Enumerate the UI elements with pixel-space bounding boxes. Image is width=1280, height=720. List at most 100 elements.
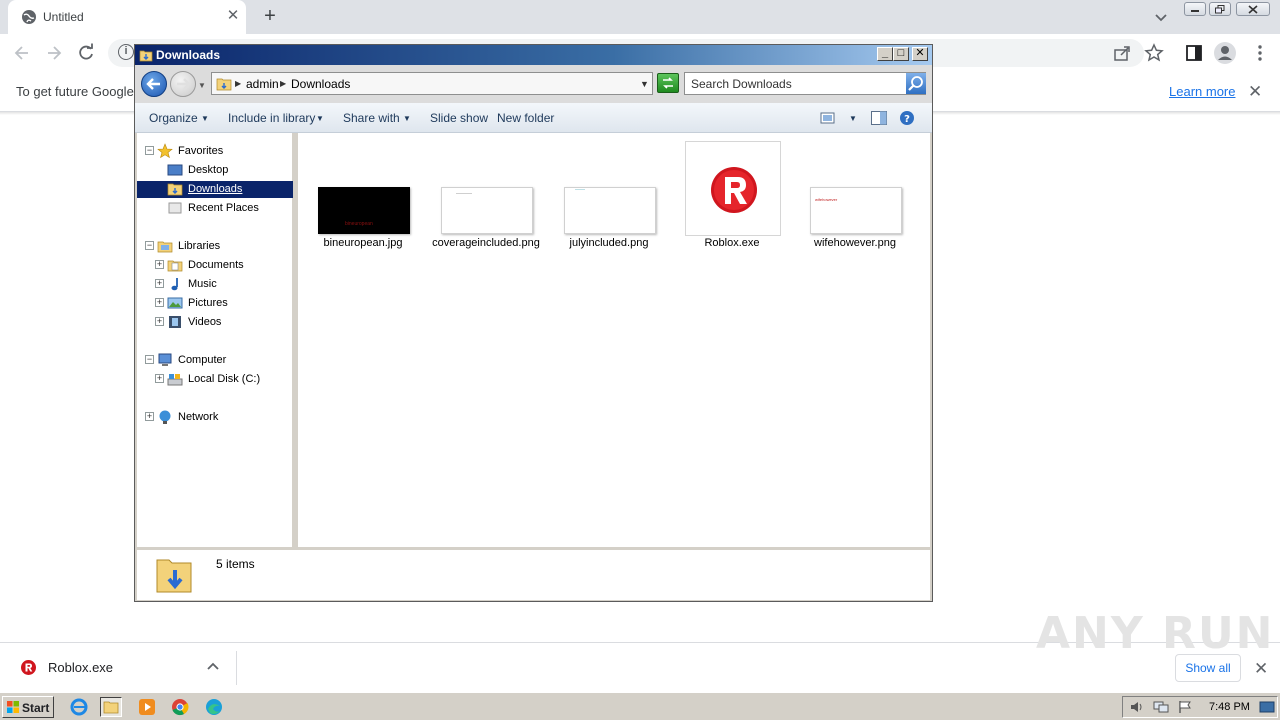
reload-icon[interactable] (76, 43, 96, 63)
tree-label: Favorites (178, 145, 224, 157)
refresh-button[interactable] (657, 73, 679, 93)
tree-libraries[interactable]: − Libraries (145, 238, 285, 255)
preview-pane-icon[interactable] (870, 110, 888, 126)
help-icon[interactable]: ? (898, 110, 916, 126)
tab-search-chevron-icon[interactable] (1152, 8, 1170, 26)
breadcrumb-admin[interactable]: admin (246, 77, 279, 91)
learn-more-link[interactable]: Learn more (1169, 84, 1235, 99)
collapse-icon[interactable]: − (145, 241, 154, 250)
tree-label: Downloads (188, 183, 243, 195)
include-dropdown-icon[interactable]: ▼ (316, 114, 324, 123)
file-name: coverageincluded.png (432, 237, 540, 249)
profile-avatar-icon[interactable] (1214, 42, 1236, 64)
info-bar-close-icon[interactable]: ✕ (1248, 82, 1264, 101)
shelf-close-icon[interactable]: ✕ (1254, 659, 1270, 678)
search-input[interactable]: Search Downloads (684, 72, 926, 95)
tab-close-icon[interactable]: ✕ (225, 8, 241, 24)
new-tab-button[interactable]: + (260, 5, 280, 27)
back-arrow-icon[interactable] (12, 43, 32, 63)
explorer-back-button[interactable] (141, 71, 167, 97)
explorer-maximize-button[interactable]: □ (893, 47, 909, 61)
include-in-library-button[interactable]: Include in library (228, 111, 315, 125)
tree-pictures[interactable]: + Pictures (155, 295, 293, 312)
collapse-icon[interactable]: − (145, 355, 154, 364)
start-label: Start (22, 701, 50, 715)
thumbnail-text: bineuropean (345, 221, 373, 227)
edge-icon[interactable] (203, 697, 225, 717)
taskbar: Start 7:48 PM (0, 692, 1280, 720)
expand-icon[interactable]: + (155, 279, 164, 288)
chrome-icon[interactable] (169, 697, 191, 717)
view-dropdown-icon[interactable]: ▼ (849, 114, 857, 123)
more-menu-icon[interactable] (1250, 43, 1270, 63)
tree-documents[interactable]: + Documents (155, 257, 293, 274)
file-item-julyincluded[interactable]: julyincluded.png (554, 141, 664, 271)
file-item-bineuropean[interactable]: bineuropean bineuropean.jpg (308, 141, 418, 271)
search-button[interactable] (906, 73, 926, 94)
bookmark-star-icon[interactable] (1144, 43, 1164, 63)
network-status-icon[interactable] (1153, 700, 1169, 714)
tree-network[interactable]: + Network (145, 409, 285, 426)
tree-label: Documents (188, 259, 244, 271)
path-dropdown-icon[interactable]: ▼ (640, 79, 649, 89)
tree-label: Desktop (188, 164, 229, 176)
tree-favorites[interactable]: − Favorites (145, 143, 285, 160)
side-panel-icon[interactable] (1184, 43, 1204, 63)
download-file-name[interactable]: Roblox.exe (48, 660, 113, 675)
folder-icon (216, 78, 232, 91)
show-desktop-icon[interactable] (1259, 700, 1275, 714)
action-center-flag-icon[interactable] (1177, 700, 1193, 714)
tree-downloads[interactable]: Downloads (137, 181, 293, 198)
close-window-button[interactable] (1236, 2, 1270, 16)
file-item-coverageincluded[interactable]: coverageincluded.png (431, 141, 541, 271)
explorer-minimize-button[interactable]: _ (877, 47, 893, 61)
expand-icon[interactable]: + (155, 298, 164, 307)
change-view-icon[interactable] (819, 110, 837, 126)
explorer-close-button[interactable]: ✕ (912, 47, 928, 61)
forward-arrow-icon[interactable] (44, 43, 64, 63)
thumbnail-mark (575, 189, 585, 190)
minimize-button[interactable] (1184, 2, 1206, 16)
file-item-roblox[interactable]: Roblox.exe (677, 141, 787, 271)
tree-music[interactable]: + Music (155, 276, 293, 293)
expand-icon[interactable]: + (145, 412, 154, 421)
start-button[interactable]: Start (2, 696, 54, 718)
tree-desktop[interactable]: Desktop (165, 162, 293, 179)
breadcrumb-downloads[interactable]: Downloads (291, 77, 350, 91)
tree-local-disk[interactable]: + Local Disk (C:) (155, 371, 293, 388)
roblox-thumbnail (685, 141, 781, 236)
internet-explorer-icon[interactable] (68, 697, 90, 717)
organize-dropdown-icon[interactable]: ▼ (201, 114, 209, 123)
restore-button[interactable] (1209, 2, 1231, 16)
tree-videos[interactable]: + Videos (155, 314, 293, 331)
slide-show-button[interactable]: Slide show (430, 111, 488, 125)
organize-button[interactable]: Organize (149, 111, 198, 125)
expand-icon[interactable]: + (155, 317, 164, 326)
breadcrumb[interactable]: ▶ admin ▶ Downloads ▼ (211, 72, 653, 95)
roblox-icon (711, 167, 757, 213)
media-player-icon[interactable] (136, 697, 158, 717)
tree-recent-places[interactable]: Recent Places (165, 200, 293, 217)
windows-logo-icon (7, 701, 19, 713)
site-info-icon[interactable]: i (118, 44, 134, 60)
history-dropdown-icon[interactable]: ▼ (198, 81, 206, 90)
browser-tab[interactable]: Untitled ✕ (8, 0, 246, 34)
share-icon[interactable] (1112, 43, 1132, 63)
tree-computer[interactable]: − Computer (145, 352, 285, 369)
chevron-up-icon[interactable] (205, 659, 221, 675)
explorer-forward-button[interactable] (170, 71, 196, 97)
breadcrumb-separator-icon[interactable]: ▶ (280, 79, 286, 88)
expand-icon[interactable]: + (155, 260, 164, 269)
breadcrumb-separator-icon[interactable]: ▶ (235, 79, 241, 88)
share-dropdown-icon[interactable]: ▼ (403, 114, 411, 123)
expand-icon[interactable]: + (155, 374, 164, 383)
new-folder-button[interactable]: New folder (497, 111, 554, 125)
info-bar-message: To get future Google (16, 84, 134, 99)
explorer-taskbar-button[interactable] (100, 697, 122, 717)
collapse-icon[interactable]: − (145, 146, 154, 155)
file-item-wifehowever[interactable]: wifehowever wifehowever.png (800, 141, 910, 271)
svg-text:?: ? (904, 114, 910, 125)
explorer-titlebar[interactable]: Downloads _ □ ✕ (135, 45, 932, 65)
volume-icon[interactable] (1129, 700, 1145, 714)
share-with-button[interactable]: Share with (343, 111, 400, 125)
